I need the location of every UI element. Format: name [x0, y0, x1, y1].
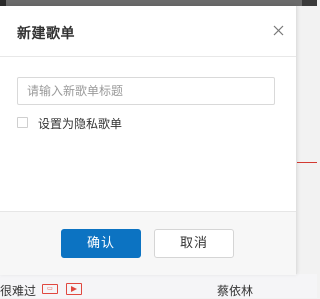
background-song-row[interactable]: 很难过 ▭ 蔡依林: [0, 274, 317, 298]
dialog-title: 新建歌单: [17, 26, 75, 42]
dialog-body: 设置为隐私歌单: [0, 57, 296, 211]
cancel-button[interactable]: 取消: [154, 229, 234, 258]
close-icon[interactable]: [270, 22, 288, 40]
background-accent-divider: [297, 162, 317, 163]
mv-play-icon[interactable]: [66, 283, 82, 295]
sq-badge-icon: ▭: [42, 284, 58, 294]
song-artist[interactable]: 蔡依林: [217, 282, 253, 299]
confirm-button[interactable]: 确认: [61, 229, 141, 258]
song-title[interactable]: 很难过: [0, 282, 36, 299]
new-playlist-dialog: 新建歌单 设置为隐私歌单 确认 取消: [0, 6, 297, 275]
private-checkbox[interactable]: [17, 117, 28, 128]
private-checkbox-label[interactable]: 设置为隐私歌单: [38, 115, 122, 132]
background-thumbnail-right: [302, 0, 317, 6]
dialog-header: 新建歌单: [0, 6, 296, 57]
dialog-footer: 确认 取消: [0, 211, 296, 275]
playlist-name-input[interactable]: [17, 77, 275, 105]
